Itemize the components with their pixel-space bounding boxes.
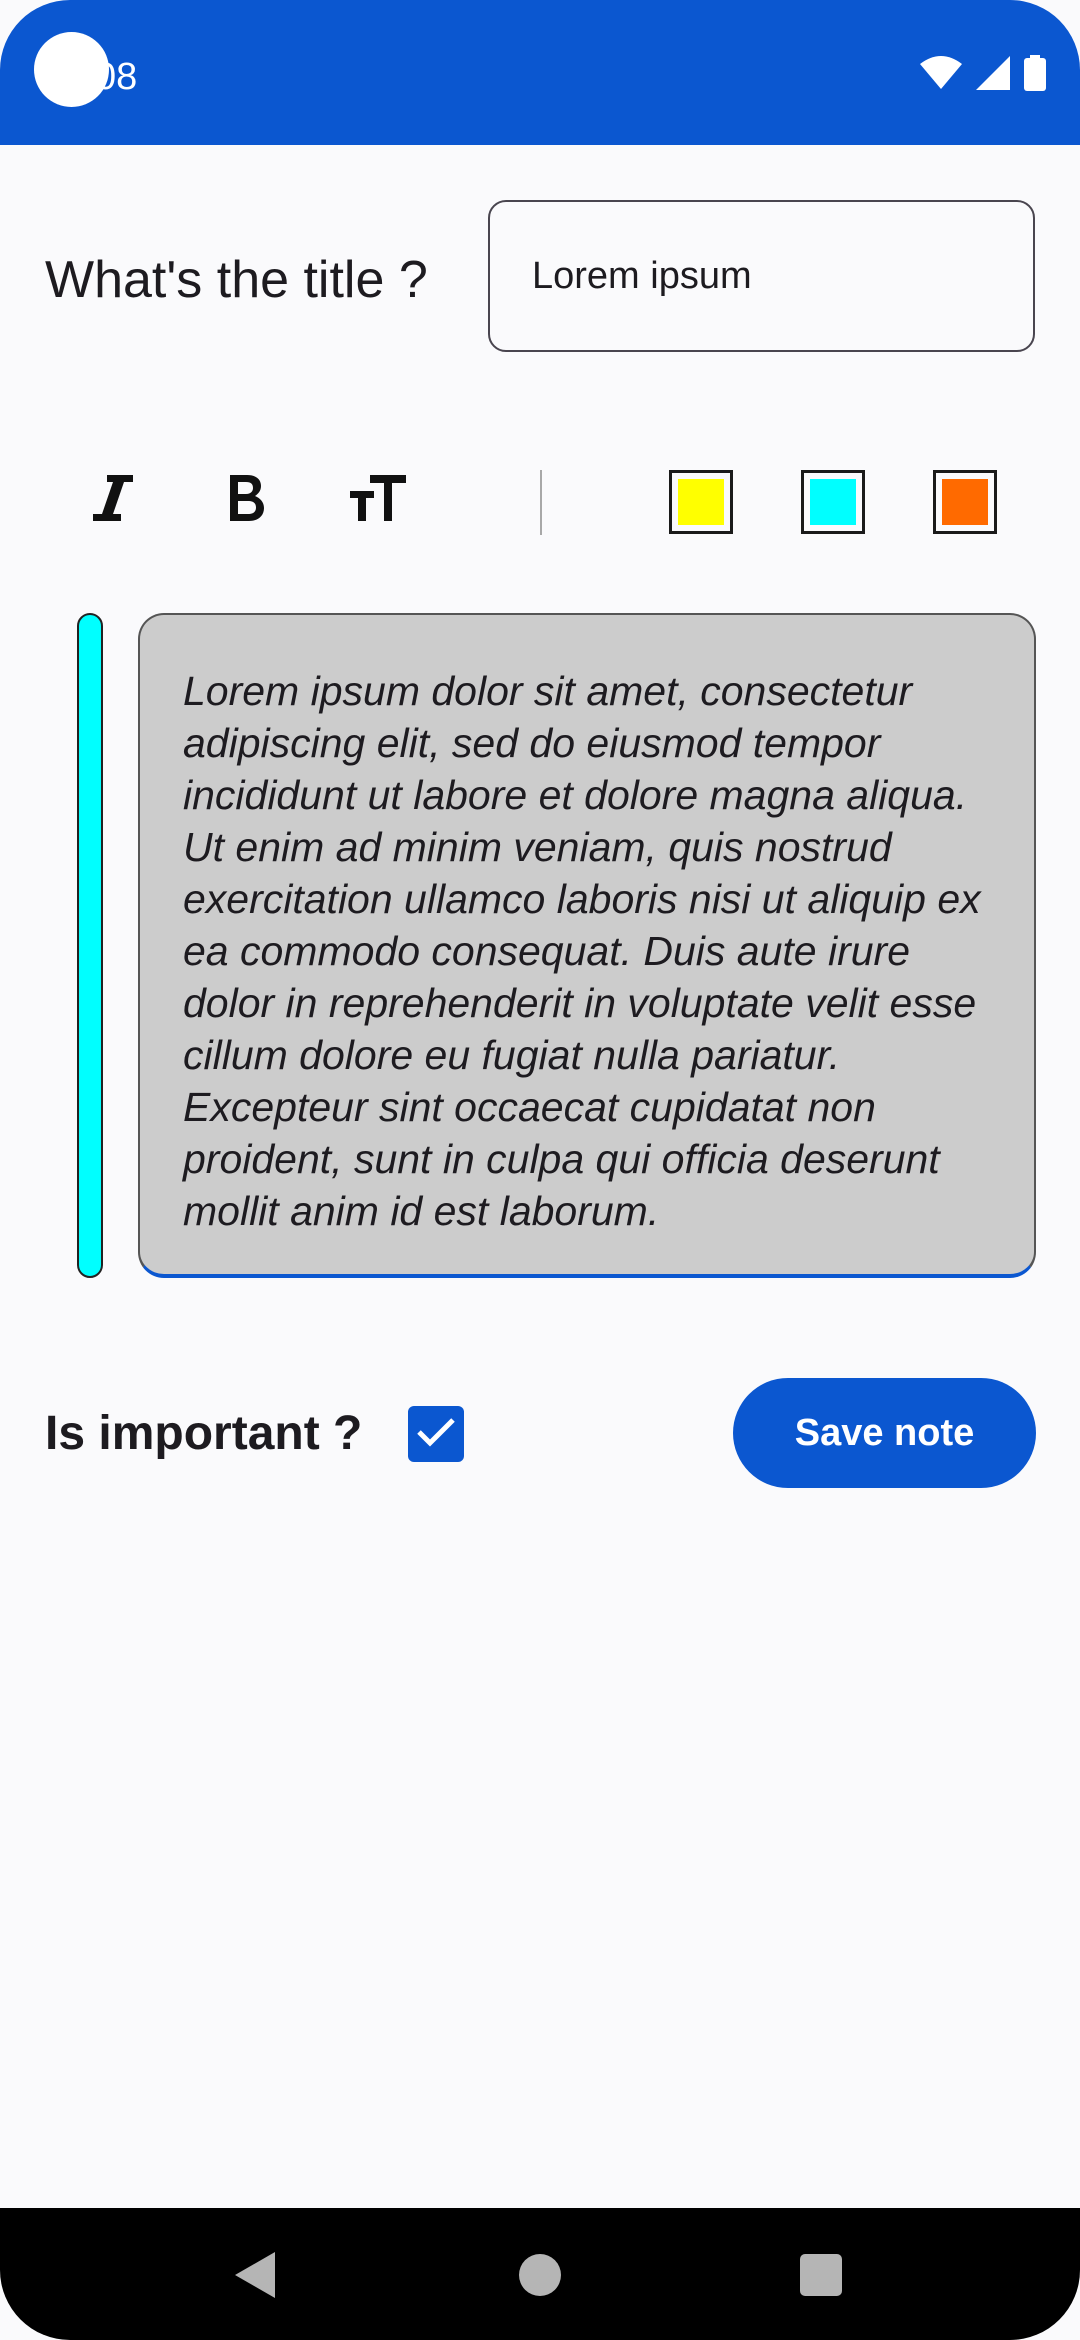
wifi-icon	[920, 56, 962, 95]
selected-color-indicator	[77, 613, 103, 1278]
text-size-button[interactable]	[333, 460, 423, 540]
save-note-button[interactable]: Save note	[733, 1378, 1036, 1488]
color-swatch-orange[interactable]	[933, 470, 997, 534]
note-text-field[interactable]: Lorem ipsum dolor sit amet, consectetur …	[138, 613, 1036, 1278]
swatch-fill	[942, 479, 988, 525]
camera-cutout	[34, 32, 109, 107]
recents-icon[interactable]	[800, 2254, 842, 2301]
swatch-fill	[678, 479, 724, 525]
status-icons	[920, 55, 1046, 96]
battery-icon	[1024, 55, 1046, 96]
check-icon	[416, 1416, 456, 1453]
status-bar: 08	[0, 0, 1080, 145]
italic-button[interactable]	[68, 460, 158, 540]
note-text: Lorem ipsum dolor sit amet, consectetur …	[183, 668, 981, 1234]
bold-button[interactable]	[202, 460, 292, 540]
bold-icon	[230, 474, 264, 526]
important-label: Is important ?	[45, 1407, 363, 1460]
navigation-bar	[0, 2208, 1080, 2340]
signal-icon	[976, 56, 1010, 95]
text-size-icon	[350, 474, 406, 526]
title-label: What's the title ?	[45, 251, 428, 309]
home-icon[interactable]	[519, 2254, 561, 2301]
toolbar-divider	[540, 470, 542, 535]
color-swatch-yellow[interactable]	[669, 470, 733, 534]
title-input[interactable]	[488, 200, 1035, 352]
important-checkbox[interactable]	[408, 1406, 464, 1462]
back-icon[interactable]	[235, 2252, 275, 2303]
swatch-fill	[810, 479, 856, 525]
color-swatch-cyan[interactable]	[801, 470, 865, 534]
italic-icon	[93, 474, 133, 526]
